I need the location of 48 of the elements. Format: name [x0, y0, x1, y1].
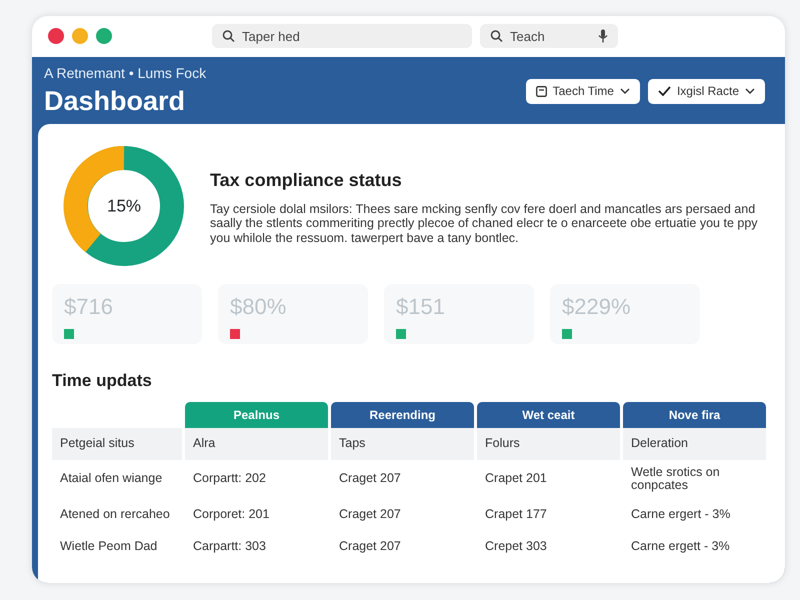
table-cell: Deleration — [623, 428, 766, 460]
table-cell-text: Craget 207 — [338, 538, 402, 556]
column-header: Pealnus — [185, 402, 328, 428]
status-description: Tay cersiole dolal msilors: Thees sare mcking senfly cov fere doerl and mancatles ars persaed and saally the stlents commeriting prectly plecoe of chaned elecr te o enarceete obe ertuatie you te ppy you whilole the ressuom. tawerpert bave a tany bontlec. — [210, 202, 759, 246]
table-cell-text: Crapet 201 — [484, 470, 548, 488]
stat-value: $716 — [64, 293, 114, 321]
check-icon — [658, 86, 671, 96]
table-cell: Taps — [331, 428, 474, 460]
maximize-button[interactable] — [96, 28, 112, 44]
table-cell-text: Wetle srotics on conpcates — [630, 464, 721, 494]
page-title: Dashboard — [44, 88, 186, 115]
table-cell-text: Corporet: 201 — [192, 506, 270, 524]
calendar-icon — [536, 86, 547, 97]
caret-icon — [745, 88, 755, 94]
table-cell-text: Craget 207 — [338, 506, 402, 524]
minimize-button[interactable] — [72, 28, 88, 44]
column-header: Wet ceait — [477, 402, 620, 428]
table-cell: Alra — [185, 428, 328, 460]
table-cell-text: Crapet 177 — [484, 506, 548, 524]
column-header: Nove fira — [623, 402, 766, 428]
table-cell-text: Carne ergett - 3% — [630, 538, 731, 556]
stat-value: $80% — [230, 293, 288, 321]
search-icon — [490, 30, 503, 43]
header-subtitle: A Retnemant • Lums Fock — [44, 64, 206, 83]
section-title: Tax compliance status — [210, 168, 403, 192]
row-label: Ataial ofen wiange — [59, 470, 164, 488]
table-title: Time updats — [52, 370, 153, 392]
table-cell-text: Craget 207 — [338, 470, 402, 488]
close-button[interactable] — [48, 28, 64, 44]
filter-dropdown[interactable]: Ixgisl Racte — [648, 78, 765, 104]
row-label: Petgeial situs — [52, 428, 182, 460]
row-label: Wietle Peom Dad — [59, 538, 158, 556]
table-cell-text: Crepet 303 — [484, 538, 548, 556]
stat-value: $229% — [562, 293, 632, 321]
search-field[interactable]: Teach — [480, 24, 618, 48]
column-header: Reerending — [331, 402, 474, 428]
table-cell-text: Corpartt: 202 — [192, 470, 267, 488]
stat-value: $151 — [396, 293, 446, 321]
donut-percent: 15% — [106, 195, 142, 218]
table-cell-text: Carpartt: 303 — [192, 538, 267, 556]
table-cell-text: Carne ergert - 3% — [630, 506, 732, 524]
microphone-icon — [598, 30, 608, 43]
search-field[interactable]: Taper hed — [212, 24, 472, 48]
search-icon — [222, 30, 235, 43]
caret-icon — [620, 88, 630, 94]
time-dropdown[interactable]: Taech Time — [526, 78, 640, 104]
row-label: Atened on rercaheo — [59, 506, 171, 524]
table-cell: Folurs — [477, 428, 620, 460]
